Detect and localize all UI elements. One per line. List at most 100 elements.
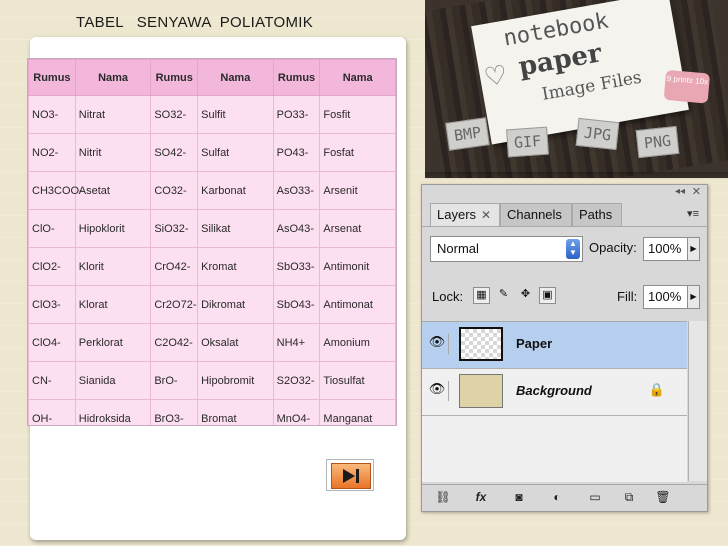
layer-row-paper[interactable]: 👁 Paper bbox=[422, 322, 687, 369]
lock-brush-icon[interactable]: ✎ bbox=[495, 287, 512, 304]
name-cell: Kromat bbox=[197, 247, 274, 286]
lock-transparency-icon[interactable]: ▦ bbox=[473, 287, 490, 304]
page-title: TABEL SENYAWA POLIATOMIK bbox=[76, 14, 314, 31]
mask-icon[interactable]: ◙ bbox=[510, 489, 528, 506]
formula-cell: CN- bbox=[28, 361, 76, 400]
formula-cell: PO43- bbox=[272, 133, 321, 172]
name-cell: Arsenit bbox=[319, 171, 396, 210]
table-row: ClO3- Klorat Cr2O72- Dikromat SbO43- Ant… bbox=[28, 285, 396, 324]
layer-list: 👁 Paper 👁 Background 🔒 bbox=[422, 321, 687, 482]
next-button-face bbox=[331, 463, 371, 489]
lock-move-icon[interactable]: ✥ bbox=[517, 287, 534, 304]
tabs-divider bbox=[422, 226, 707, 227]
formula-cell: NO2- bbox=[28, 133, 76, 172]
visibility-eye-icon[interactable]: 👁 bbox=[426, 334, 449, 354]
table-row: CH3COO- Asetat CO32- Karbonat AsO33- Ars… bbox=[28, 171, 396, 210]
layer-thumbnail bbox=[459, 327, 503, 361]
header-rumus: Rumus bbox=[272, 59, 321, 96]
name-cell: Antimonat bbox=[319, 285, 396, 324]
table-row: OH- Hidroksida BrO3- Bromat MnO4- Mangan… bbox=[28, 399, 396, 425]
name-cell: Antimonit bbox=[319, 247, 396, 286]
layer-thumbnail bbox=[459, 374, 503, 408]
blend-mode-select[interactable]: Normal ▲ ▼ bbox=[430, 236, 583, 262]
name-cell: Oksalat bbox=[197, 323, 274, 362]
new-layer-icon[interactable]: ⧉ bbox=[620, 489, 638, 506]
collapse-icon[interactable]: ◂◂ bbox=[675, 186, 685, 197]
photo-shadow bbox=[425, 172, 728, 180]
name-cell: Silikat bbox=[197, 209, 274, 248]
table-header-row: Rumus Nama Rumus Nama Rumus Nama bbox=[28, 59, 396, 96]
formula-cell: OH- bbox=[28, 399, 76, 425]
panel-menu-icon[interactable]: ▾≡ bbox=[687, 207, 699, 220]
table-row: NO2- Nitrit SO42- Sulfat PO43- Fosfat bbox=[28, 133, 396, 172]
name-cell: Nitrat bbox=[74, 95, 152, 134]
tab-channels-label: Channels bbox=[507, 207, 562, 222]
price-tag: 9 prints 10x bbox=[663, 69, 711, 104]
lock-label: Lock: bbox=[432, 289, 464, 304]
name-cell: Arsenat bbox=[319, 209, 396, 248]
name-cell: Hidroksida bbox=[74, 399, 152, 425]
link-icon[interactable]: ⛓ bbox=[434, 489, 452, 506]
visibility-eye-icon[interactable]: 👁 bbox=[426, 381, 449, 401]
formula-cell: SO32- bbox=[150, 95, 199, 134]
formula-cell: NH4+ bbox=[272, 323, 321, 362]
formula-cell: PO33- bbox=[272, 95, 321, 134]
header-nama: Nama bbox=[319, 59, 396, 96]
formula-cell: CrO42- bbox=[150, 247, 199, 286]
name-cell: Klorit bbox=[74, 247, 152, 286]
fx-icon[interactable]: fx bbox=[472, 489, 490, 506]
panel-footer: ⛓ fx ◙ ◐ ▭ ⧉ 🗑 bbox=[422, 484, 707, 511]
trash-icon[interactable]: 🗑 bbox=[654, 489, 672, 506]
formula-cell: AsO33- bbox=[272, 171, 321, 210]
layer-lock-icon: 🔒 bbox=[648, 382, 665, 397]
play-end-icon bbox=[343, 469, 359, 483]
formula-cell: MnO4- bbox=[272, 399, 321, 425]
opacity-value: 100% bbox=[648, 241, 682, 256]
file-tile-jpg: JPG bbox=[575, 117, 620, 151]
formula-cell: SiO32- bbox=[150, 209, 199, 248]
formula-cell: SO42- bbox=[150, 133, 199, 172]
adjustment-icon[interactable]: ◐ bbox=[548, 489, 566, 506]
opacity-dropdown-arrow[interactable]: ▶ bbox=[687, 237, 700, 261]
opacity-label: Opacity: bbox=[589, 240, 637, 255]
tab-layers[interactable]: Layers ✕ bbox=[430, 203, 500, 226]
formula-cell: Cr2O72- bbox=[150, 285, 199, 324]
table-row: ClO2- Klorit CrO42- Kromat SbO33- Antimo… bbox=[28, 247, 396, 286]
folder-icon[interactable]: ▭ bbox=[586, 489, 604, 506]
layer-row-background[interactable]: 👁 Background 🔒 bbox=[422, 369, 687, 416]
next-slide-button[interactable] bbox=[326, 459, 374, 491]
name-cell: Fosfit bbox=[319, 95, 396, 134]
tab-channels[interactable]: Channels bbox=[500, 203, 572, 226]
fill-dropdown-arrow[interactable]: ▶ bbox=[687, 285, 700, 309]
opacity-input[interactable]: 100% bbox=[643, 237, 688, 261]
formula-cell: BrO3- bbox=[150, 399, 199, 425]
name-cell: Sianida bbox=[74, 361, 152, 400]
polyatomic-table-frame: Rumus Nama Rumus Nama Rumus Nama NO3- Ni… bbox=[27, 58, 397, 426]
fill-input[interactable]: 100% bbox=[643, 285, 688, 309]
layer-name: Paper bbox=[516, 336, 553, 351]
table-row: ClO4- Perklorat C2O42- Oksalat NH4+ Amon… bbox=[28, 323, 396, 362]
lock-all-icon[interactable]: ▣ bbox=[539, 287, 556, 304]
formula-cell: SbO43- bbox=[272, 285, 321, 324]
tab-paths-label: Paths bbox=[579, 207, 613, 222]
fill-label: Fill: bbox=[617, 289, 638, 304]
tab-paths[interactable]: Paths bbox=[572, 203, 622, 226]
name-cell: Sulfit bbox=[197, 95, 274, 134]
tab-layers-label: Layers bbox=[437, 207, 477, 222]
file-tile-png: PNG bbox=[635, 125, 680, 159]
table-row: NO3- Nitrat SO32- Sulfit PO33- Fosfit bbox=[28, 95, 396, 134]
table-row: CN- Sianida BrO- Hipobromit S2O32- Tiosu… bbox=[28, 361, 396, 400]
heart-icon: ♡ bbox=[481, 58, 510, 93]
header-nama: Nama bbox=[74, 59, 152, 96]
layer-list-scrollbar[interactable] bbox=[688, 321, 707, 481]
close-tab-icon[interactable]: ✕ bbox=[481, 208, 491, 222]
fill-value: 100% bbox=[648, 289, 682, 304]
name-cell: Klorat bbox=[74, 285, 152, 324]
formula-cell: NO3- bbox=[28, 95, 76, 134]
close-panel-icon[interactable]: ✕ bbox=[692, 185, 701, 198]
name-cell: Tiosulfat bbox=[319, 361, 396, 400]
panel-header: ◂◂ ✕ bbox=[422, 185, 707, 200]
formula-cell: CH3COO- bbox=[28, 171, 83, 210]
name-cell: Fosfat bbox=[319, 133, 396, 172]
file-tile-gif: GIF bbox=[506, 126, 550, 158]
